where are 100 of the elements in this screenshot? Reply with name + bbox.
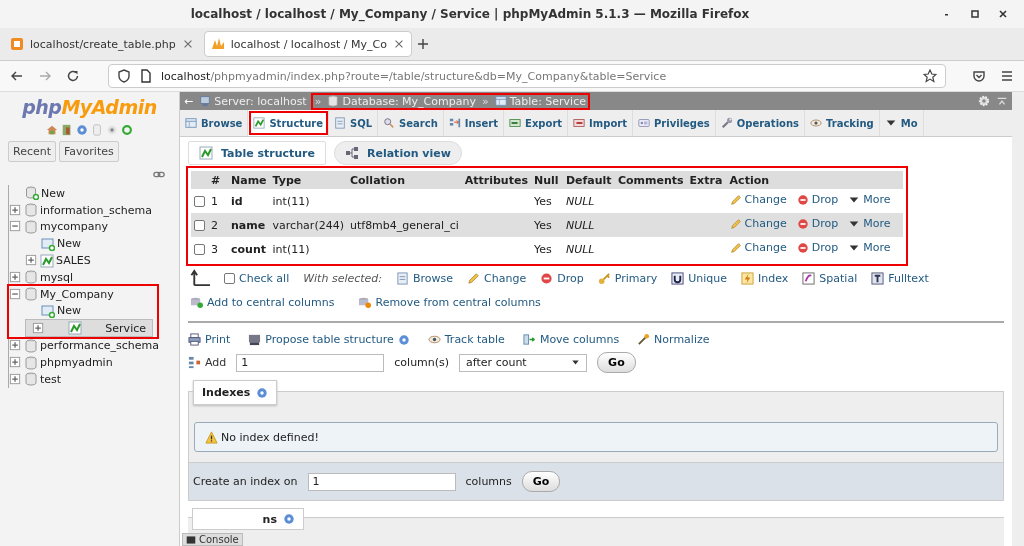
tree-item[interactable]: mycompany bbox=[40, 220, 108, 234]
go-button[interactable]: Go bbox=[597, 352, 636, 373]
database-icon[interactable] bbox=[24, 270, 38, 285]
tree-item[interactable]: information_schema bbox=[40, 203, 152, 217]
action-link[interactable]: Drop bbox=[796, 193, 839, 207]
page-icon[interactable] bbox=[139, 69, 153, 83]
back-arrow[interactable]: ← bbox=[184, 94, 194, 108]
menu-tab[interactable]: Insert bbox=[443, 110, 505, 136]
tree-item[interactable]: Service bbox=[105, 321, 146, 335]
tree-item[interactable]: New bbox=[57, 304, 81, 318]
tree-row[interactable]: phpmyadmin bbox=[9, 354, 179, 371]
sub-tab[interactable]: Table structure bbox=[188, 141, 326, 165]
tree-item[interactable]: New bbox=[41, 186, 65, 200]
star-icon[interactable] bbox=[923, 69, 937, 83]
help-icon[interactable] bbox=[76, 124, 88, 136]
maximize-icon[interactable] bbox=[968, 7, 982, 21]
action-link[interactable]: More bbox=[848, 217, 891, 231]
expand-icon[interactable] bbox=[9, 270, 22, 284]
back-icon[interactable] bbox=[10, 69, 24, 83]
browser-tab[interactable]: localhost / localhost / My_Co bbox=[203, 31, 412, 57]
action-link[interactable]: Drop bbox=[796, 241, 839, 255]
new-tab-icon[interactable] bbox=[415, 37, 430, 51]
tree-item[interactable]: mysql bbox=[40, 270, 73, 284]
address-bar[interactable]: localhost/phpmyadmin/index.php?route=/table/structure&db=My_Company&table=Service bbox=[108, 64, 946, 88]
menu-tab[interactable]: Structure bbox=[248, 110, 329, 136]
home-icon[interactable] bbox=[46, 124, 58, 136]
console-button[interactable]: Console bbox=[182, 533, 243, 546]
menu-tab[interactable]: Search bbox=[378, 110, 444, 136]
go-button[interactable]: Go bbox=[521, 471, 561, 492]
tree-row[interactable]: mycompany bbox=[9, 218, 179, 236]
pocket-icon[interactable] bbox=[972, 69, 986, 83]
collapse-icon[interactable] bbox=[996, 95, 1008, 107]
tree-item[interactable]: performance_schema bbox=[40, 339, 159, 353]
tree-item[interactable]: test bbox=[40, 372, 62, 386]
help-icon[interactable] bbox=[256, 386, 269, 399]
position-select[interactable]: after count bbox=[459, 353, 588, 372]
chart-icon[interactable] bbox=[40, 253, 54, 268]
checkbox[interactable] bbox=[194, 220, 205, 231]
table-action-link[interactable]: Normalize bbox=[637, 333, 710, 346]
bulk-action-link[interactable]: Browse bbox=[396, 271, 454, 285]
tree-row[interactable]: New bbox=[9, 185, 179, 202]
database-icon[interactable] bbox=[24, 220, 38, 234]
action-link[interactable]: More bbox=[848, 193, 891, 207]
help-icon[interactable] bbox=[283, 513, 295, 525]
check-all-link[interactable]: Check all bbox=[239, 271, 290, 285]
checkbox[interactable] bbox=[194, 196, 205, 207]
exit-icon[interactable] bbox=[61, 124, 73, 136]
action-link[interactable]: More bbox=[848, 241, 891, 255]
expand-icon[interactable] bbox=[32, 321, 45, 335]
menu-tab[interactable]: Privileges bbox=[633, 110, 716, 136]
action-link[interactable]: Change bbox=[729, 217, 787, 231]
bulk-action-link[interactable]: Spatial bbox=[802, 271, 858, 285]
tree-row[interactable]: performance_schema bbox=[9, 337, 179, 355]
table-action-link[interactable]: Move columns bbox=[522, 333, 620, 346]
collapse-icon[interactable] bbox=[9, 220, 22, 234]
tree-row[interactable]: New bbox=[25, 235, 179, 253]
tree-item[interactable]: SALES bbox=[56, 254, 91, 268]
checkbox[interactable] bbox=[224, 272, 235, 284]
menu-tab[interactable]: Import bbox=[568, 110, 633, 136]
sub-tab[interactable]: Relation view bbox=[334, 141, 462, 165]
action-link[interactable]: Change bbox=[729, 241, 787, 255]
menu-tab[interactable]: Export bbox=[504, 110, 569, 136]
checkbox[interactable] bbox=[194, 244, 205, 255]
expand-icon[interactable] bbox=[9, 356, 22, 370]
tree-row[interactable]: My_Company bbox=[9, 285, 153, 303]
sidebar-button[interactable]: Recent bbox=[8, 141, 57, 162]
number-field[interactable]: 1 bbox=[307, 472, 456, 491]
collapse-icon[interactable] bbox=[9, 287, 22, 301]
bulk-action-link[interactable]: Index bbox=[741, 271, 789, 285]
menu-tab[interactable]: SQL bbox=[329, 110, 379, 136]
shield-icon[interactable] bbox=[117, 69, 131, 83]
bulk-action-link[interactable]: Fulltext bbox=[871, 271, 929, 285]
reload-icon[interactable] bbox=[66, 69, 80, 83]
chart-icon[interactable] bbox=[68, 321, 83, 336]
tree-row[interactable]: New bbox=[25, 302, 153, 320]
tree-row[interactable]: mysql bbox=[9, 269, 179, 286]
tree-item[interactable]: New bbox=[57, 237, 81, 251]
tree-row[interactable]: SALES bbox=[25, 252, 179, 269]
database-icon[interactable] bbox=[24, 338, 38, 353]
central-columns-link[interactable]: Add to central columns bbox=[190, 296, 335, 309]
action-link[interactable]: Drop bbox=[796, 217, 839, 231]
tree-row[interactable]: information_schema bbox=[9, 201, 179, 219]
sidebar-button[interactable]: Favorites bbox=[59, 141, 119, 162]
table-action-link[interactable]: Track table bbox=[427, 333, 505, 346]
table-action-link[interactable]: Print bbox=[188, 333, 231, 346]
action-link[interactable]: Change bbox=[729, 193, 787, 207]
bulk-action-link[interactable]: Unique bbox=[671, 271, 728, 285]
browser-tab[interactable]: localhost/create_table.php bbox=[4, 31, 200, 57]
new-icon[interactable] bbox=[25, 186, 39, 201]
bulk-action-link[interactable]: Primary bbox=[597, 271, 658, 285]
bulk-action-link[interactable]: Drop bbox=[540, 271, 584, 285]
database-icon[interactable] bbox=[24, 203, 38, 218]
expand-icon[interactable] bbox=[9, 372, 22, 386]
forward-icon[interactable] bbox=[38, 69, 52, 83]
central-columns-link[interactable]: Remove from central columns bbox=[358, 296, 541, 309]
new-icon[interactable] bbox=[41, 236, 55, 251]
tree-item[interactable]: My_Company bbox=[40, 287, 114, 301]
menu-icon[interactable] bbox=[1000, 69, 1014, 83]
number-field[interactable]: 1 bbox=[236, 353, 385, 372]
expand-icon[interactable] bbox=[25, 254, 38, 268]
